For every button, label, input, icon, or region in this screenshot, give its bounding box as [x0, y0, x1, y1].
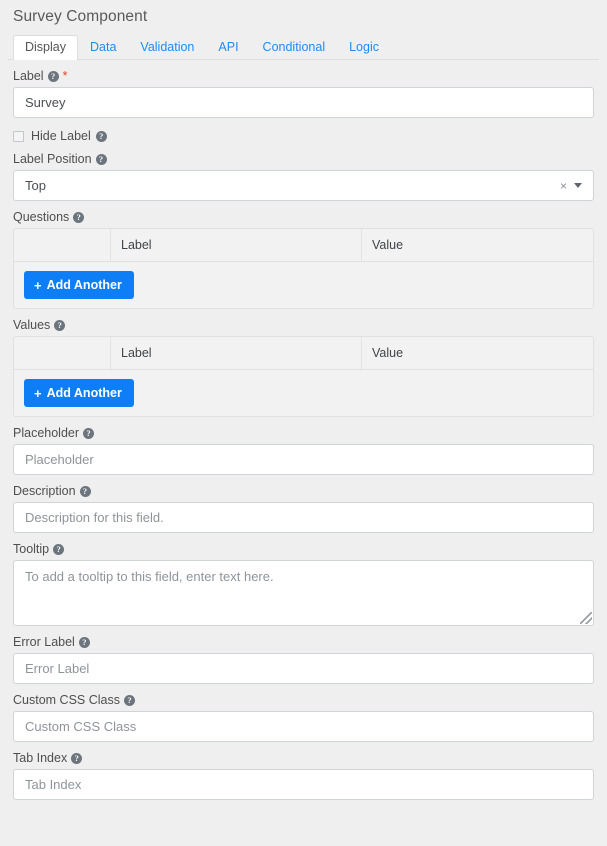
help-icon[interactable]: ?: [53, 544, 64, 555]
custom-css-class-label-text: Custom CSS Class: [13, 693, 120, 707]
help-icon[interactable]: ?: [73, 212, 84, 223]
questions-add-another-button[interactable]: + Add Another: [24, 271, 134, 299]
label-input[interactable]: Survey: [13, 87, 594, 118]
tab-index-label-text: Tab Index: [13, 751, 67, 765]
label-field-label: Label ? *: [13, 69, 594, 83]
description-field-label: Description ?: [13, 484, 594, 498]
help-icon[interactable]: ?: [124, 695, 135, 706]
values-add-another-label: Add Another: [47, 386, 122, 400]
field-group-error-label: Error Label ? Error Label: [8, 635, 599, 684]
placeholder-input[interactable]: Placeholder: [13, 444, 594, 475]
questions-add-another-label: Add Another: [47, 278, 122, 292]
tab-api[interactable]: API: [206, 35, 250, 60]
values-add-another-button[interactable]: + Add Another: [24, 379, 134, 407]
field-group-values: Values ? Label Value + Add Another: [8, 318, 599, 417]
tooltip-placeholder-text: To add a tooltip to this field, enter te…: [25, 569, 274, 584]
page-title: Survey Component: [8, 0, 599, 35]
error-label-input[interactable]: Error Label: [13, 653, 594, 684]
field-group-label-position: Label Position ? Top ×: [8, 152, 599, 201]
questions-grid-body: + Add Another: [14, 262, 593, 308]
label-position-select[interactable]: Top ×: [13, 170, 594, 201]
tab-conditional[interactable]: Conditional: [251, 35, 338, 60]
help-icon[interactable]: ?: [83, 428, 94, 439]
values-col-value: Value: [362, 337, 593, 369]
tab-display[interactable]: Display: [13, 35, 78, 60]
tab-validation[interactable]: Validation: [128, 35, 206, 60]
error-label-label-text: Error Label: [13, 635, 75, 649]
questions-col-label: Label: [111, 229, 362, 261]
help-icon[interactable]: ?: [80, 486, 91, 497]
plus-icon: +: [34, 387, 42, 400]
values-field-label: Values ?: [13, 318, 594, 332]
description-label-text: Description: [13, 484, 76, 498]
field-group-label: Label ? * Survey: [8, 69, 599, 118]
help-icon[interactable]: ?: [79, 637, 90, 648]
custom-css-class-field-label: Custom CSS Class ?: [13, 693, 594, 707]
chevron-down-icon[interactable]: [574, 183, 582, 188]
tooltip-label-text: Tooltip: [13, 542, 49, 556]
questions-col-value: Value: [362, 229, 593, 261]
description-input[interactable]: Description for this field.: [13, 502, 594, 533]
field-group-questions: Questions ? Label Value + Add Another: [8, 210, 599, 309]
error-label-field-label: Error Label ?: [13, 635, 594, 649]
help-icon[interactable]: ?: [96, 131, 107, 142]
resize-handle-icon[interactable]: [580, 612, 592, 624]
placeholder-label-text: Placeholder: [13, 426, 79, 440]
tab-index-field-label: Tab Index ?: [13, 751, 594, 765]
help-icon[interactable]: ?: [48, 71, 59, 82]
values-col-handle: [14, 337, 111, 369]
tooltip-field-label: Tooltip ?: [13, 542, 594, 556]
field-group-description: Description ? Description for this field…: [8, 484, 599, 533]
settings-tabs: Display Data Validation API Conditional …: [8, 35, 599, 60]
help-icon[interactable]: ?: [96, 154, 107, 165]
field-group-tooltip: Tooltip ? To add a tooltip to this field…: [8, 542, 599, 626]
values-label-text: Values: [13, 318, 50, 332]
plus-icon: +: [34, 279, 42, 292]
questions-label-text: Questions: [13, 210, 69, 224]
field-group-tab-index: Tab Index ? Tab Index: [8, 751, 599, 800]
label-field-label-text: Label: [13, 69, 44, 83]
label-position-label-text: Label Position: [13, 152, 92, 166]
hide-label-checkbox[interactable]: [13, 131, 24, 142]
clear-icon[interactable]: ×: [556, 180, 574, 192]
values-grid-header: Label Value: [14, 337, 593, 370]
tooltip-textarea[interactable]: To add a tooltip to this field, enter te…: [13, 560, 594, 626]
help-icon[interactable]: ?: [71, 753, 82, 764]
tab-data[interactable]: Data: [78, 35, 128, 60]
values-grid: Label Value + Add Another: [13, 336, 594, 417]
help-icon[interactable]: ?: [54, 320, 65, 331]
questions-col-handle: [14, 229, 111, 261]
survey-component-settings-panel: Survey Component Display Data Validation…: [0, 0, 607, 800]
placeholder-field-label: Placeholder ?: [13, 426, 594, 440]
values-grid-body: + Add Another: [14, 370, 593, 416]
field-group-custom-css-class: Custom CSS Class ? Custom CSS Class: [8, 693, 599, 742]
tab-logic[interactable]: Logic: [337, 35, 391, 60]
label-position-field-label: Label Position ?: [13, 152, 594, 166]
questions-grid-header: Label Value: [14, 229, 593, 262]
questions-field-label: Questions ?: [13, 210, 594, 224]
field-group-placeholder: Placeholder ? Placeholder: [8, 426, 599, 475]
custom-css-class-input[interactable]: Custom CSS Class: [13, 711, 594, 742]
hide-label-row: Hide Label ?: [8, 129, 599, 143]
label-position-value: Top: [25, 178, 556, 193]
values-col-label: Label: [111, 337, 362, 369]
hide-label-text[interactable]: Hide Label: [31, 129, 91, 143]
questions-grid: Label Value + Add Another: [13, 228, 594, 309]
tab-index-input[interactable]: Tab Index: [13, 769, 594, 800]
required-indicator: *: [63, 71, 68, 81]
